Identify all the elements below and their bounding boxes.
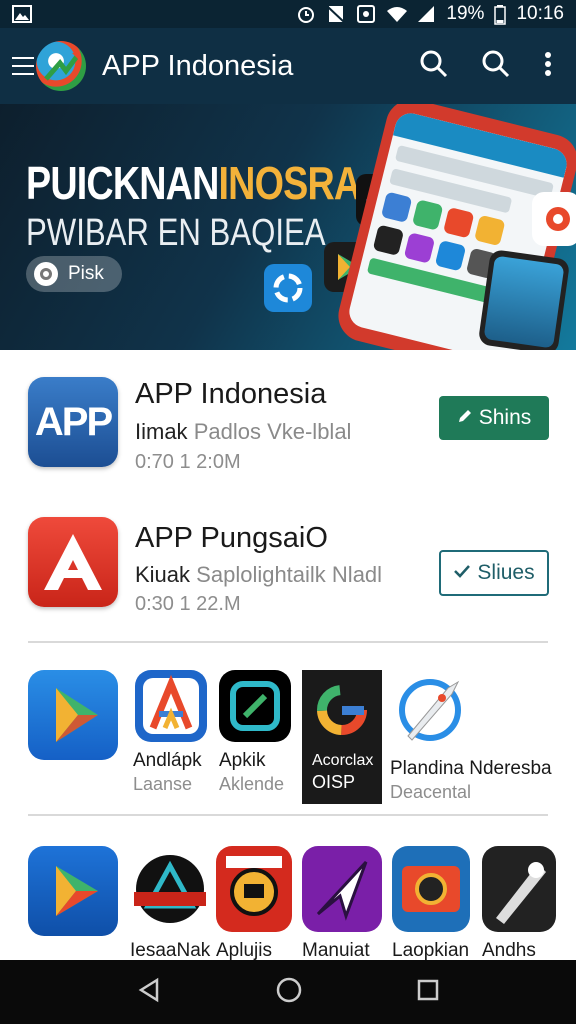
badge-icon: [216, 846, 292, 932]
promo-banner[interactable]: PUICKNANINOSRA PWIBAR EN BAQIEA Pisk: [0, 104, 576, 350]
play-triangle-icon: [28, 846, 118, 936]
app-tile[interactable]: [28, 670, 148, 760]
camera-badge-icon: [392, 846, 470, 932]
alarm-icon: [296, 5, 316, 23]
pen-art-icon: [482, 846, 556, 932]
featured-app-row[interactable]: APP PungsaiO Kiuak Saplolightailk Nladl …: [0, 512, 576, 632]
app-tile[interactable]: Plandina Nderesba Deacental: [390, 670, 560, 803]
more-vert-icon: [544, 51, 552, 82]
search-icon: [419, 49, 449, 84]
banner-subheadline: PWIBAR EN BAQIEA: [26, 212, 326, 254]
tile-name: Acorclax: [312, 752, 374, 769]
featured-app-subtitle: Kiuak Saplolightailk Nladl: [135, 562, 383, 587]
square-frame-icon: [219, 670, 291, 742]
clock: 10:16: [516, 3, 564, 24]
tile-name: Plandina Nderesba: [390, 758, 552, 779]
status-bar: 19% 10:16: [0, 0, 576, 28]
emblem-icon: [130, 846, 210, 932]
tile-subtitle: OISP: [312, 772, 356, 792]
record-app-icon: [532, 192, 576, 246]
arrow-cursor-icon: [302, 846, 382, 932]
overflow-menu-button[interactable]: [532, 40, 564, 92]
app-tile[interactable]: Acorclax OISP: [302, 670, 382, 804]
navigation-bar: [0, 960, 576, 1024]
featured-app-row[interactable]: APP APP Indonesia Iimak Padlos Vke-lblal…: [0, 372, 576, 492]
a-letter-app-icon: [28, 517, 118, 607]
a-logo-icon: [135, 670, 207, 742]
nfc-icon: [356, 5, 376, 23]
app-bar: APP Indonesia: [0, 28, 576, 104]
search-button[interactable]: [408, 40, 460, 92]
battery-icon: [494, 5, 507, 25]
google-g-icon: [302, 670, 382, 750]
rocket-icon: [390, 670, 470, 750]
back-icon[interactable]: [135, 976, 163, 1009]
pill-icon: [34, 262, 58, 286]
featured-app-subtitle: Iimak Padlos Vke-lblal: [135, 419, 352, 444]
app-logo: [36, 41, 86, 91]
no-sim-icon: [326, 5, 346, 23]
prism-icon: [28, 670, 118, 760]
search-icon: [481, 49, 511, 84]
banner-headline: PUICKNANINOSRA: [26, 157, 361, 209]
search-button-2[interactable]: [470, 40, 522, 92]
shins-button[interactable]: Shins: [439, 396, 549, 440]
app-indonesia-icon: APP: [28, 377, 118, 467]
banner-pill-button[interactable]: Pisk: [26, 256, 122, 292]
app-tile[interactable]: Andhs: [482, 846, 562, 962]
featured-app-name: APP Indonesia: [135, 378, 327, 410]
home-icon[interactable]: [274, 975, 304, 1010]
image-icon: [12, 5, 32, 23]
wifi-icon: [386, 5, 408, 23]
sync-app-icon: [264, 264, 312, 312]
tile-name: Andhs: [482, 940, 536, 961]
recents-icon[interactable]: [415, 977, 441, 1008]
tile-subtitle: Deacental: [390, 782, 472, 802]
divider: [28, 814, 548, 816]
phone-mockup-small: [477, 248, 571, 350]
pill-label: Pisk: [68, 263, 104, 284]
pencil-icon: [457, 406, 473, 430]
signal-icon: [416, 5, 436, 23]
battery-percent: 19%: [446, 3, 485, 24]
sliues-button[interactable]: Sliues: [439, 550, 549, 596]
featured-app-name: APP PungsaiO: [135, 522, 328, 554]
app-title: APP Indonesia: [102, 49, 294, 82]
check-icon: [453, 561, 471, 585]
featured-app-meta: 0:30 1 22.M: [135, 593, 241, 615]
menu-icon[interactable]: [12, 57, 34, 75]
featured-app-meta: 0:70 1 2:0M: [135, 451, 241, 473]
divider: [28, 641, 548, 643]
